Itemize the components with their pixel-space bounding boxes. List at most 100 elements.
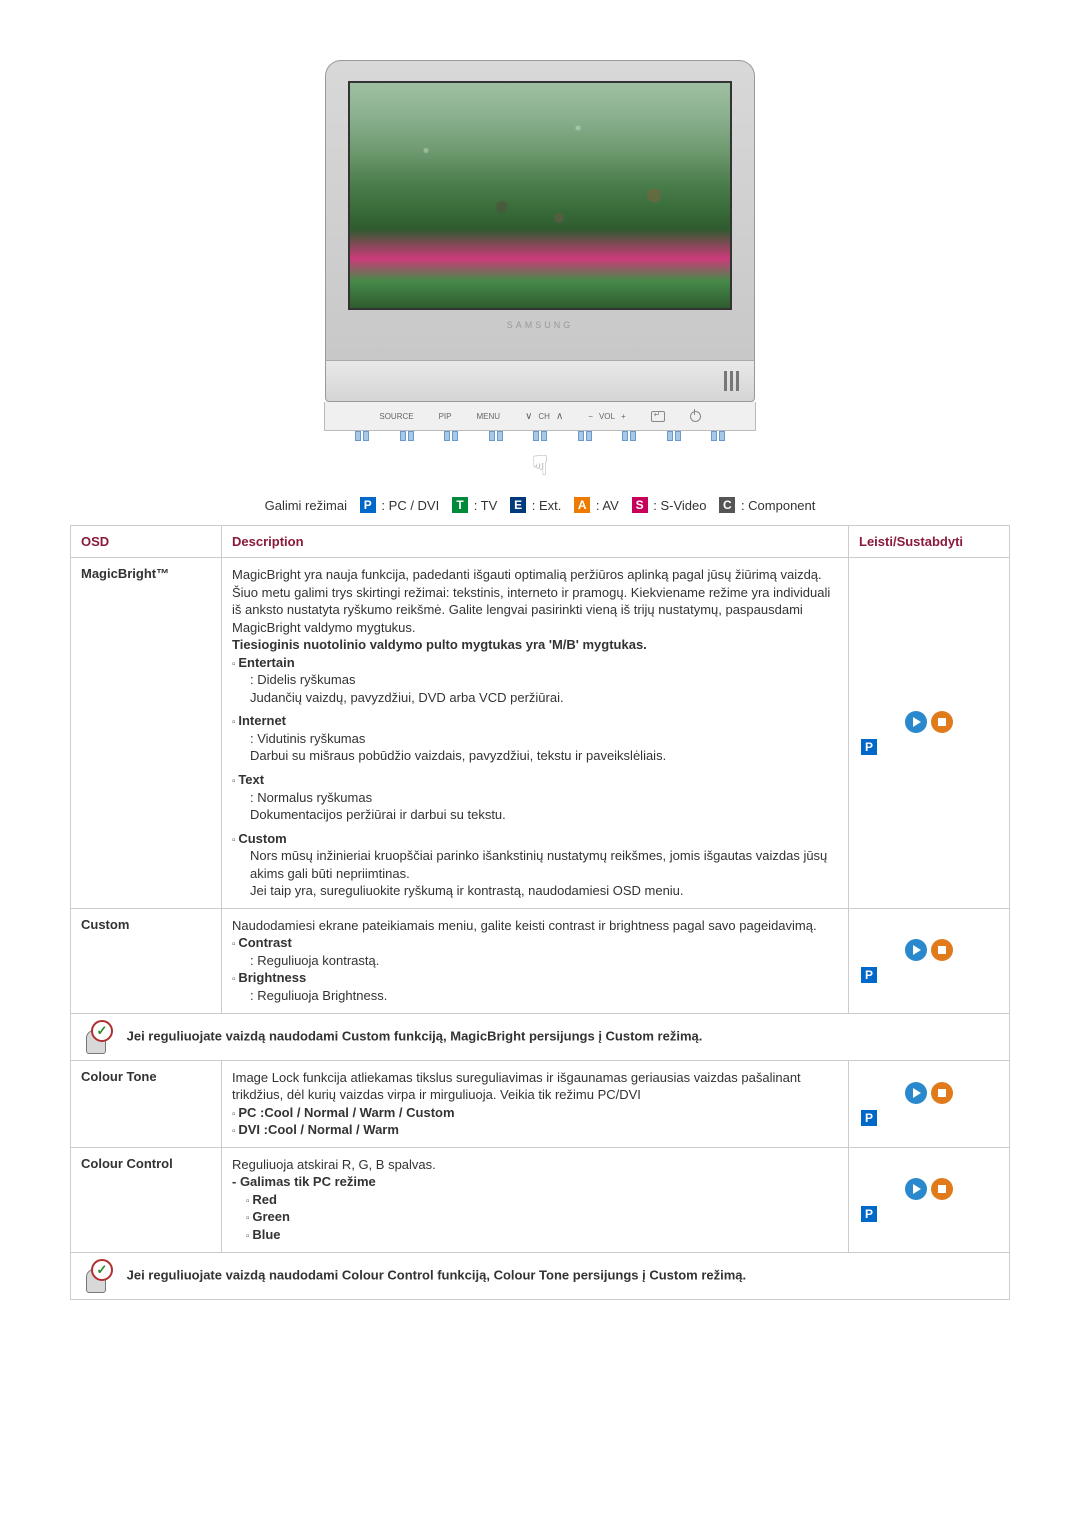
monitor-brand: SAMSUNG — [507, 320, 574, 330]
play-icon — [905, 1178, 927, 1200]
monitor-speaker-bar — [325, 360, 755, 402]
mb-text-l2: Dokumentacijos peržiūrai ir darbui su te… — [232, 806, 838, 824]
mb-internet-l2: Darbui su mišraus pobūdžio vaizdais, pav… — [232, 747, 838, 765]
btn-menu: MENU — [477, 412, 501, 421]
stop-icon — [931, 1178, 953, 1200]
badge-p-icon: P — [861, 1110, 877, 1126]
stop-icon — [931, 939, 953, 961]
custom-contrast-l1: : Reguliuoja kontrastą. — [232, 952, 838, 970]
magicbright-label: MagicBright™ — [71, 558, 222, 909]
mode-t-icon: T — [452, 497, 468, 513]
mode-e-icon: E — [510, 497, 526, 513]
custom-play: P — [849, 908, 1010, 1013]
row-custom: Custom Naudodamiesi ekrane pateikiamais … — [71, 908, 1010, 1013]
mb-internet-l1: : Vidutinis ryškumas — [232, 730, 838, 748]
stop-icon — [931, 711, 953, 733]
osd-table: OSD Description Leisti/Sustabdyti MagicB… — [70, 525, 1010, 1300]
colourtone-label: Colour Tone — [71, 1060, 222, 1147]
custom-desc: Naudodamiesi ekrane pateikiamais meniu, … — [222, 908, 849, 1013]
hand-pointer-icon: ☟ — [531, 449, 548, 482]
magicbright-play: P — [849, 558, 1010, 909]
btn-source: SOURCE — [379, 412, 413, 421]
mb-internet-title: Internet — [232, 713, 286, 728]
vol-label: VOL — [599, 412, 615, 421]
chevron-down-icon: ∨ — [525, 411, 532, 422]
mode-t-label: : TV — [474, 498, 498, 513]
play-icon — [905, 1082, 927, 1104]
mb-text-title: Text — [232, 772, 264, 787]
custom-intro: Naudodamiesi ekrane pateikiamais meniu, … — [232, 918, 817, 933]
cc-blue: Blue — [232, 1227, 281, 1242]
note-icon: ✓ — [81, 1261, 111, 1291]
custom-brightness-title: Brightness — [232, 970, 306, 985]
minus-icon: − — [588, 412, 593, 421]
cc-l1: Reguliuoja atskirai R, G, B spalvas. — [232, 1157, 436, 1172]
mb-custom-l1: Nors mūsų inžinieriai kruopščiai parinko… — [232, 847, 838, 882]
mode-p-label: : PC / DVI — [381, 498, 439, 513]
legend-prefix: Galimi režimai — [265, 498, 347, 513]
stop-icon — [931, 1082, 953, 1104]
cc-l2: - Galimas tik PC režime — [232, 1174, 376, 1189]
magicbright-desc: MagicBright yra nauja funkcija, padedant… — [222, 558, 849, 909]
row-colourtone: Colour Tone Image Lock funkcija atliekam… — [71, 1060, 1010, 1147]
mb-text-l1: : Normalus ryškumas — [232, 789, 838, 807]
badge-p-icon: P — [861, 1206, 877, 1222]
mb-intro: MagicBright yra nauja funkcija, padedant… — [232, 567, 830, 635]
btn-pip: PIP — [439, 412, 452, 421]
mode-legend: Galimi režimai P : PC / DVI T : TV E : E… — [70, 497, 1010, 513]
row-note-colourcontrol: ✓ Jei reguliuojate vaizdą naudodami Colo… — [71, 1252, 1010, 1299]
colourtone-desc: Image Lock funkcija atliekamas tikslus s… — [222, 1060, 849, 1147]
th-description: Description — [222, 526, 849, 558]
mb-custom-l2: Jei taip yra, sureguliuokite ryškumą ir … — [232, 882, 838, 900]
ct-dvi: DVI :Cool / Normal / Warm — [232, 1122, 399, 1137]
mode-s-icon: S — [632, 497, 648, 513]
badge-p-icon: P — [861, 967, 877, 983]
power-icon — [690, 411, 701, 422]
th-play: Leisti/Sustabdyti — [849, 526, 1010, 558]
custom-label: Custom — [71, 908, 222, 1013]
th-osd: OSD — [71, 526, 222, 558]
row-note-custom: ✓ Jei reguliuojate vaizdą naudodami Cust… — [71, 1013, 1010, 1060]
monitor-screen — [348, 81, 732, 310]
monitor-controls: SOURCE PIP MENU ∨ CH ∧ − VOL + — [324, 402, 756, 431]
play-icon — [905, 711, 927, 733]
mode-s-label: : S-Video — [653, 498, 706, 513]
mode-a-label: : AV — [596, 498, 619, 513]
plus-icon: + — [621, 412, 626, 421]
mode-c-label: : Component — [741, 498, 815, 513]
control-ticks — [325, 431, 755, 447]
mode-c-icon: C — [719, 497, 735, 513]
mb-entertain-l2: Judančių vaizdų, pavyzdžiui, DVD arba VC… — [232, 689, 838, 707]
ct-intro: Image Lock funkcija atliekamas tikslus s… — [232, 1070, 801, 1103]
colourtone-play: P — [849, 1060, 1010, 1147]
cc-red: Red — [232, 1192, 277, 1207]
mode-e-label: : Ext. — [532, 498, 562, 513]
btn-vol-group: − VOL + — [588, 412, 625, 421]
mode-p-icon: P — [360, 497, 376, 513]
colourcontrol-play: P — [849, 1147, 1010, 1252]
row-colourcontrol: Colour Control Reguliuoja atskirai R, G,… — [71, 1147, 1010, 1252]
note1-text: Jei reguliuojate vaizdą naudodami Custom… — [127, 1028, 703, 1043]
monitor-bezel: SAMSUNG — [325, 60, 755, 360]
row-magicbright: MagicBright™ MagicBright yra nauja funkc… — [71, 558, 1010, 909]
custom-contrast-title: Contrast — [232, 935, 292, 950]
btn-ch-group: ∨ CH ∧ — [525, 411, 563, 422]
colourcontrol-desc: Reguliuoja atskirai R, G, B spalvas. - G… — [222, 1147, 849, 1252]
ch-label: CH — [538, 412, 550, 421]
note2-text: Jei reguliuojate vaizdą naudodami Colour… — [127, 1267, 747, 1282]
play-icon — [905, 939, 927, 961]
chevron-up-icon: ∧ — [556, 411, 563, 422]
colourcontrol-label: Colour Control — [71, 1147, 222, 1252]
cc-green: Green — [232, 1209, 290, 1224]
mode-a-icon: A — [574, 497, 590, 513]
mb-entertain-title: Entertain — [232, 655, 295, 670]
mb-shortcut: Tiesioginis nuotolinio valdymo pulto myg… — [232, 637, 647, 652]
enter-icon — [651, 411, 665, 422]
ct-pc: PC :Cool / Normal / Warm / Custom — [232, 1105, 455, 1120]
mb-entertain-l1: : Didelis ryškumas — [232, 671, 838, 689]
monitor-illustration: SAMSUNG SOURCE PIP MENU ∨ CH ∧ − VOL + — [70, 60, 1010, 482]
mb-custom-title: Custom — [232, 831, 287, 846]
note-icon: ✓ — [81, 1022, 111, 1052]
badge-p-icon: P — [861, 739, 877, 755]
custom-brightness-l1: : Reguliuoja Brightness. — [232, 987, 838, 1005]
